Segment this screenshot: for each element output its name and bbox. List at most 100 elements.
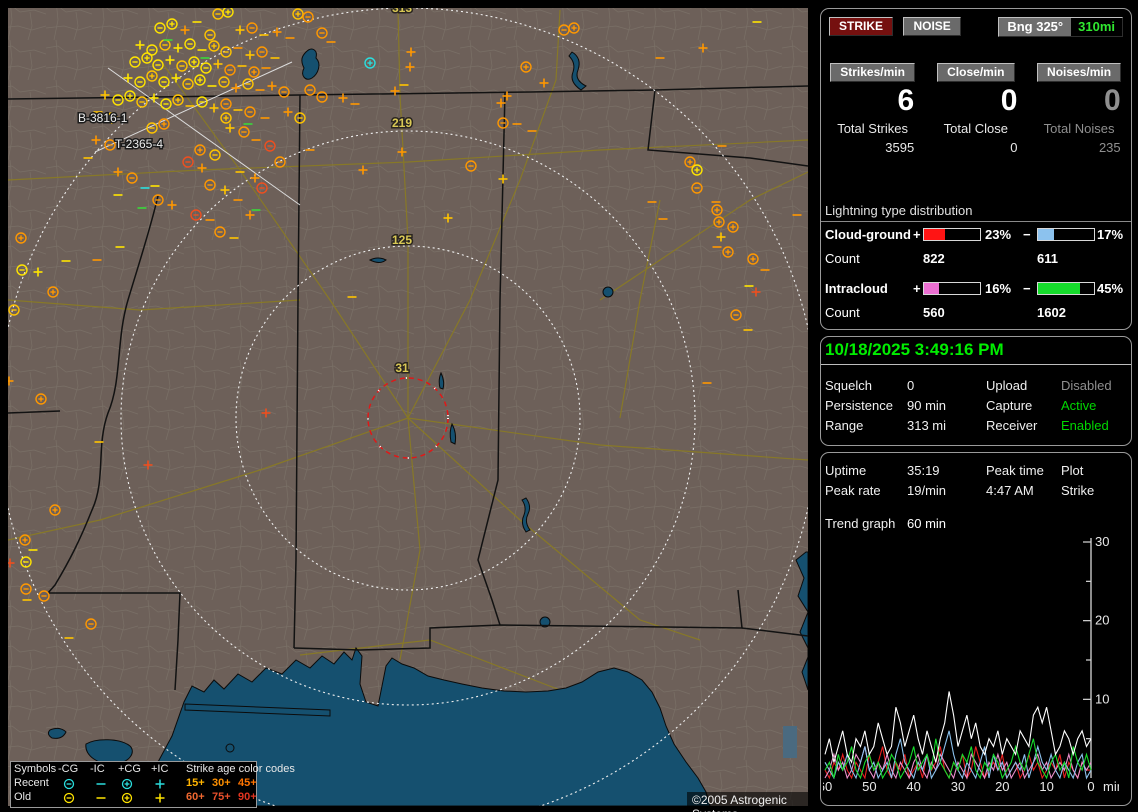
count-text: 560 [923, 305, 945, 320]
stats-cell: Strike [1061, 483, 1095, 498]
total-label: Total Noises [1043, 121, 1115, 136]
legend-row-label: Recent [14, 777, 49, 789]
status-cell: 90 min [907, 398, 947, 413]
counter-column-2: Noises/min 0 Total Noises 235 [1027, 63, 1130, 155]
legend-header: -IC [90, 763, 105, 775]
rate-label-button[interactable]: Noises/min [1037, 63, 1122, 82]
distribution-text: 17% [1097, 227, 1124, 242]
status-cell: 313 mi [907, 418, 947, 433]
map-canvas[interactable]: 313 219 125 31 B-3816-1 T-2365-4 Symbols -CG -I… [8, 8, 808, 812]
legend-row-label: Old [14, 791, 32, 803]
age-code-label: 15+ [186, 777, 205, 789]
total-label: Total Close [943, 121, 1008, 136]
legend-symbol-neg-ic [95, 792, 108, 804]
total-value: 3595 [885, 140, 915, 155]
strike-counters-panel: STRIKE NOISE Bng 325° 310mi Strikes/min 6… [820, 8, 1132, 330]
stats-row-1: Peak rate 19/min 4:47 AM Strike [821, 483, 1131, 501]
count-text: 611 [1037, 251, 1058, 266]
neg-percentage-bar [1037, 282, 1095, 295]
svg-text:40: 40 [906, 779, 920, 794]
count-text: 1602 [1037, 305, 1066, 320]
ring-distance-label: 219 [392, 116, 412, 130]
stats-trend-panel: Uptime 35:19 Peak time Plot Peak rate 19/min 4… [820, 452, 1132, 806]
legend-header: -CG [58, 763, 79, 775]
neg-percentage-bar [1037, 228, 1095, 241]
age-code-label: 30+ [212, 777, 231, 789]
copyright-text: ©2005 Astrogenic Systems [687, 792, 808, 812]
distribution-row-1: Intracloud +16% − 45% [821, 281, 1131, 297]
status-cell: Range [825, 418, 864, 433]
distribution-text: 16% [985, 281, 1012, 296]
storm-cell-label: B-3816-1 [78, 111, 128, 125]
noise-mode-button[interactable]: NOISE [903, 17, 961, 36]
rate-value: 6 [897, 84, 915, 117]
distribution-text: 23% [985, 227, 1012, 242]
status-cell: Active [1061, 398, 1097, 413]
status-cell: Capture [986, 398, 1033, 413]
nexstorm-window: 313 219 125 31 B-3816-1 T-2365-4 Symbols -CG -I… [0, 0, 1138, 812]
legend-header: +IC [151, 763, 169, 775]
symbol-legend: Symbols -CG -IC +CG +IC Strike age color code… [10, 761, 295, 808]
distribution-text: 45% [1097, 281, 1124, 296]
trend-graph-label: Trend graph [825, 516, 896, 531]
stats-cell: Plot [1061, 463, 1084, 478]
ring-distance-label: 125 [392, 233, 412, 247]
legend-symbol-neg-cg [63, 792, 76, 804]
age-code-label: 60+ [186, 791, 205, 803]
svg-text:0: 0 [1087, 779, 1094, 794]
svg-text:60: 60 [823, 779, 832, 794]
distribution-text: + [913, 227, 921, 242]
lightning-distribution: Lightning type distribution Cloud-ground… [821, 203, 1131, 320]
total-label: Total Strikes [837, 121, 909, 136]
lightning-map: 313 219 125 31 B-3816-1 T-2365-4 [8, 8, 808, 806]
storm-cell-label: T-2365-4 [115, 137, 163, 151]
legend-header: +CG [118, 763, 141, 775]
distribution-text: Intracloud [825, 281, 888, 296]
distribution-text: Cloud-ground [825, 227, 911, 242]
stats-cell: 4:47 AM [986, 483, 1034, 498]
status-row-1: Persistence 90 min Capture Active [821, 398, 1131, 416]
total-value: 0 [1010, 140, 1018, 155]
bearing-label: Bng 325° [999, 18, 1072, 36]
svg-text:10: 10 [1039, 779, 1053, 794]
legend-header: Symbols [14, 763, 57, 775]
age-code-label: 75+ [212, 791, 231, 803]
svg-text:10: 10 [1095, 691, 1109, 706]
status-row-2: Range 313 mi Receiver Enabled [821, 418, 1131, 436]
count-text: 822 [923, 251, 945, 266]
stats-cell: 35:19 [907, 463, 940, 478]
bearing-readout: Bng 325° 310mi [998, 17, 1123, 37]
distribution-text: + [913, 281, 921, 296]
counter-column-1: Close/min 0 Total Close 0 [924, 63, 1027, 155]
legend-symbol-pos-cg [121, 778, 134, 790]
rate-label-button[interactable]: Strikes/min [830, 63, 915, 82]
datetime-display: 10/18/2025 3:49:16 PM [821, 340, 1131, 365]
count-text: Count [825, 251, 860, 266]
legend-symbol-pos-ic [154, 778, 167, 790]
svg-text:min: min [1103, 779, 1119, 794]
strike-mode-button[interactable]: STRIKE [829, 17, 894, 36]
status-cell: 0 [907, 378, 915, 393]
distribution-row-0: Cloud-ground +23% − 17% [821, 227, 1131, 243]
pos-percentage-bar [923, 228, 981, 241]
age-code-label: 90+ [238, 791, 257, 803]
distribution-title: Lightning type distribution [821, 203, 1131, 222]
ring-distance-label: 31 [395, 361, 409, 375]
distribution-text: − [1023, 227, 1031, 242]
svg-text:30: 30 [951, 779, 965, 794]
status-cell: Enabled [1061, 418, 1109, 433]
stats-cell: Peak rate [825, 483, 881, 498]
rate-counters: Strikes/min 6 Total Strikes 3595 Close/min 0 T… [821, 63, 1131, 155]
legend-symbol-pos-cg [121, 792, 134, 804]
swamp-area [783, 726, 797, 758]
stats-cell: 19/min [907, 483, 947, 498]
svg-text:30: 30 [1095, 534, 1109, 549]
legend-symbol-neg-ic [95, 778, 108, 790]
status-cell: Squelch [825, 378, 872, 393]
mode-buttons: STRIKE NOISE [829, 17, 961, 36]
rate-label-button[interactable]: Close/min [937, 63, 1015, 82]
status-cell: Receiver [986, 418, 1038, 433]
legend-header: Strike age color codes [186, 763, 295, 775]
svg-text:20: 20 [1095, 613, 1109, 628]
trend-graph-value: 60 min [907, 516, 947, 531]
